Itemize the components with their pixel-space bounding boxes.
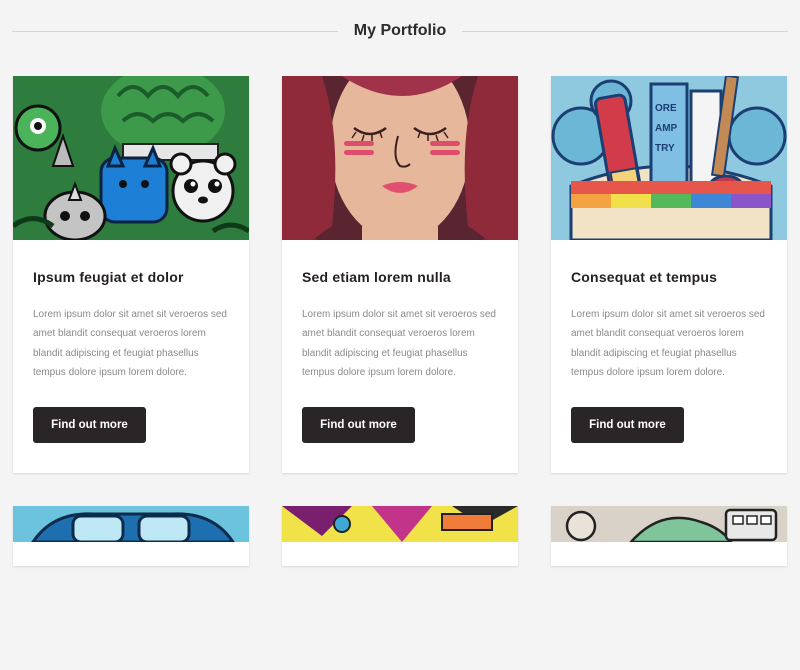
card-image-art-supplies[interactable]: ORE AMP TRY — [551, 76, 787, 240]
portfolio-card: Sed etiam lorem nulla Lorem ipsum dolor … — [282, 76, 518, 473]
svg-text:ORE: ORE — [655, 103, 677, 114]
portfolio-card: ORE AMP TRY Consequat et tempus Lorem ip… — [551, 76, 787, 473]
card-image-girl[interactable] — [282, 76, 518, 240]
card-title: Sed etiam lorem nulla — [302, 269, 451, 285]
card-image-partial[interactable] — [282, 506, 518, 670]
portfolio-card-partial — [551, 506, 787, 566]
find-out-more-button[interactable]: Find out more — [33, 407, 146, 443]
card-description: Lorem ipsum dolor sit amet sit veroeros … — [33, 309, 227, 379]
card-image-doodle[interactable] — [13, 76, 249, 240]
card-title: Ipsum feugiat et dolor — [33, 269, 184, 285]
portfolio-card: Ipsum feugiat et dolor Lorem ipsum dolor… — [13, 76, 249, 473]
card-title: Consequat et tempus — [571, 269, 718, 285]
find-out-more-button[interactable]: Find out more — [302, 407, 415, 443]
card-description: Lorem ipsum dolor sit amet sit veroeros … — [571, 309, 765, 379]
card-image-partial[interactable] — [551, 506, 787, 670]
svg-text:AMP: AMP — [655, 123, 678, 134]
card-image-partial[interactable] — [13, 506, 249, 670]
portfolio-card-partial — [13, 506, 249, 566]
header-divider-right — [462, 31, 788, 32]
portfolio-card-partial — [282, 506, 518, 566]
find-out-more-button[interactable]: Find out more — [571, 407, 684, 443]
svg-text:TRY: TRY — [655, 143, 675, 154]
section-header: My Portfolio — [12, 18, 788, 46]
card-description: Lorem ipsum dolor sit amet sit veroeros … — [302, 309, 496, 379]
